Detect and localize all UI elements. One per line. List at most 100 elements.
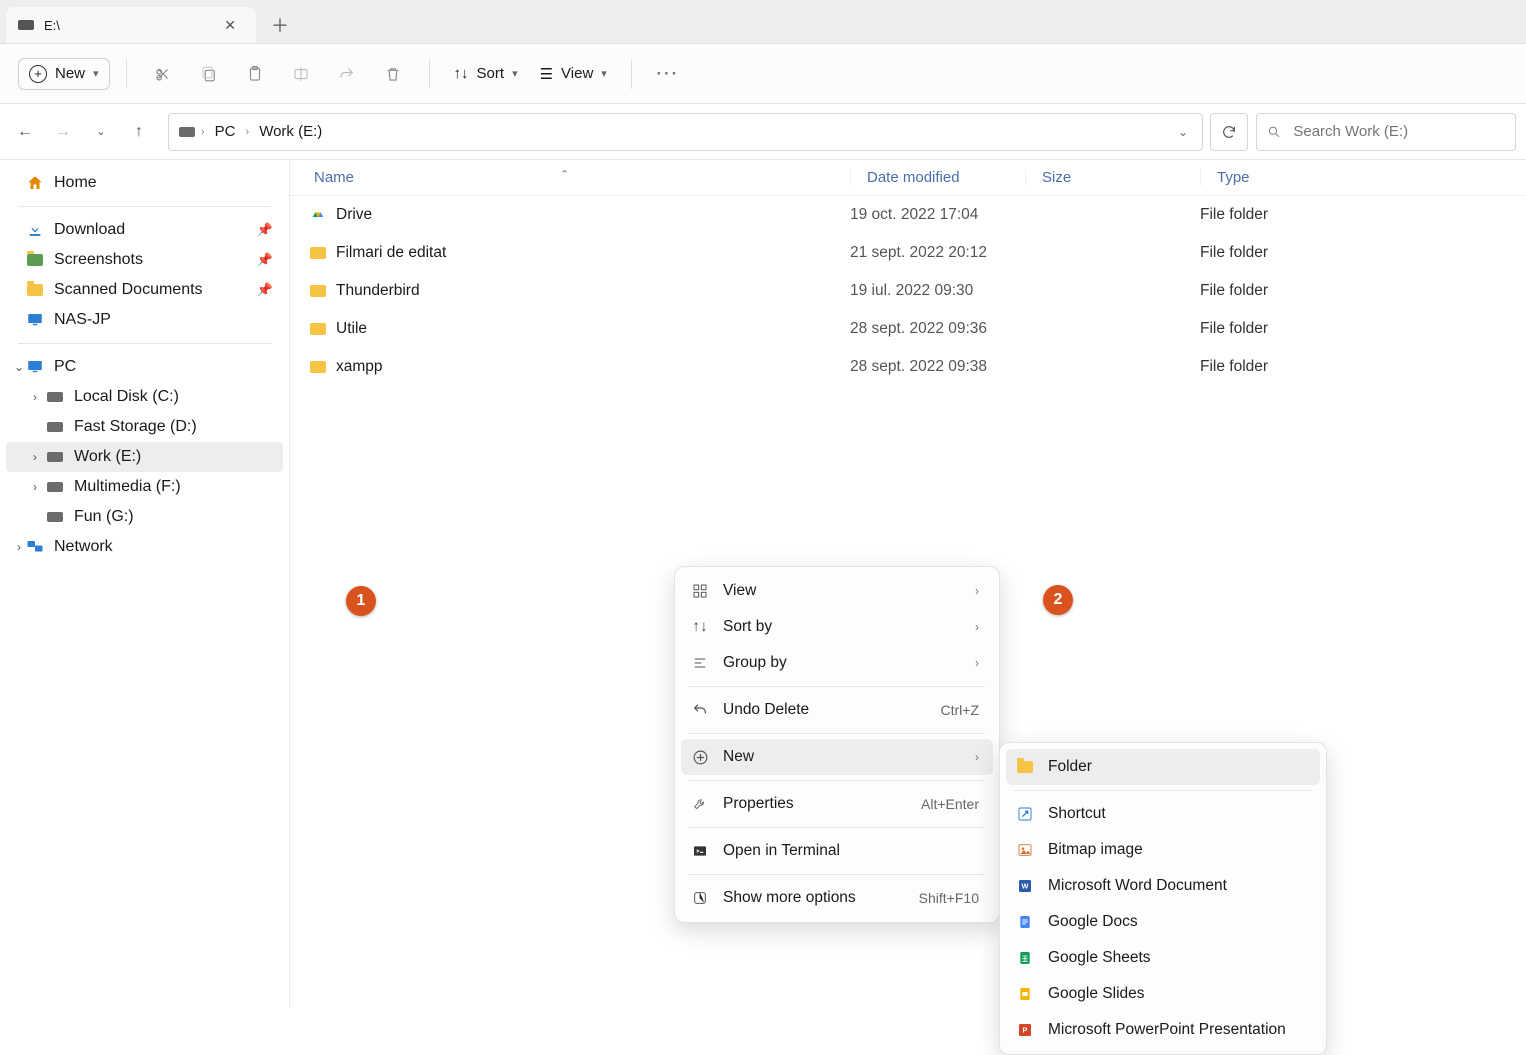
network-icon	[26, 539, 44, 555]
sub-powerpoint[interactable]: P Microsoft PowerPoint Presentation	[1006, 1012, 1320, 1048]
forward-button[interactable]: →	[48, 117, 78, 147]
folder-icon	[310, 323, 326, 335]
ctx-undo[interactable]: Undo Delete Ctrl+Z	[681, 692, 993, 728]
column-name[interactable]: Name ⌃	[290, 169, 850, 186]
sub-folder[interactable]: Folder	[1006, 749, 1320, 785]
rename-button[interactable]	[281, 56, 321, 92]
sidebar-pc[interactable]: ⌄ PC	[6, 352, 283, 382]
trash-icon	[384, 65, 402, 83]
more-icon	[691, 889, 709, 907]
chevron-down-icon: ▾	[93, 67, 99, 80]
breadcrumb-pc[interactable]: PC	[211, 121, 240, 142]
sidebar-item-download[interactable]: Download 📌	[6, 215, 283, 245]
chevron-right-icon[interactable]: ›	[28, 390, 42, 404]
sidebar-drive-e[interactable]: › Work (E:)	[6, 442, 283, 472]
share-button[interactable]	[327, 56, 367, 92]
sub-gdocs[interactable]: Google Docs	[1006, 904, 1320, 940]
sub-bitmap[interactable]: Bitmap image	[1006, 832, 1320, 868]
ctx-label: Properties	[723, 795, 794, 813]
sub-label: Shortcut	[1048, 805, 1106, 823]
more-button[interactable]: ···	[648, 56, 688, 92]
sidebar-item-scanned[interactable]: Scanned Documents 📌	[6, 275, 283, 305]
ctx-properties[interactable]: Properties Alt+Enter	[681, 786, 993, 822]
column-date[interactable]: Date modified	[850, 169, 1025, 186]
file-name: Utile	[336, 320, 367, 338]
ctx-group-by[interactable]: Group by ›	[681, 645, 993, 681]
delete-button[interactable]	[373, 56, 413, 92]
file-row[interactable]: Filmari de editat21 sept. 2022 20:12File…	[290, 234, 1526, 272]
file-row[interactable]: Thunderbird19 iul. 2022 09:30File folder	[290, 272, 1526, 310]
sidebar-network[interactable]: › Network	[6, 532, 283, 562]
new-tab-button[interactable]: ＋	[262, 7, 298, 43]
chevron-right-icon[interactable]: ›	[28, 480, 42, 494]
sub-word[interactable]: W Microsoft Word Document	[1006, 868, 1320, 904]
sidebar-drive-f[interactable]: › Multimedia (F:)	[6, 472, 283, 502]
menu-separator	[689, 874, 985, 875]
toolbar-separator	[126, 59, 127, 89]
recent-button[interactable]: ⌄	[86, 117, 116, 147]
sort-dropdown[interactable]: ↑↓ Sort ▾	[446, 59, 526, 88]
terminal-icon	[691, 842, 709, 860]
gslides-icon	[1016, 985, 1034, 1003]
gsheets-icon	[1016, 949, 1034, 967]
search-box[interactable]	[1256, 113, 1516, 151]
folder-icon	[26, 252, 44, 268]
ctx-more-options[interactable]: Show more options Shift+F10	[681, 880, 993, 916]
chevron-right-icon[interactable]: ›	[28, 450, 42, 464]
chevron-down-icon[interactable]: ⌄	[1170, 125, 1196, 139]
grid-icon	[691, 582, 709, 600]
sidebar-drive-d[interactable]: Fast Storage (D:)	[6, 412, 283, 442]
ctx-new[interactable]: New ›	[681, 739, 993, 775]
chevron-down-icon[interactable]: ⌄	[12, 360, 26, 374]
sub-label: Folder	[1048, 758, 1092, 776]
ctx-sort-by[interactable]: ↑↓ Sort by ›	[681, 609, 993, 645]
file-row[interactable]: xampp28 sept. 2022 09:38File folder	[290, 348, 1526, 386]
back-button[interactable]: ←	[10, 117, 40, 147]
drive-icon	[179, 127, 195, 137]
view-dropdown[interactable]: ☰ View ▾	[532, 59, 615, 89]
file-date: 28 sept. 2022 09:38	[850, 358, 1025, 376]
sub-shortcut[interactable]: Shortcut	[1006, 796, 1320, 832]
ctx-view[interactable]: View ›	[681, 573, 993, 609]
breadcrumb-work[interactable]: Work (E:)	[255, 121, 326, 142]
file-type: File folder	[1200, 282, 1526, 300]
address-bar[interactable]: › PC › Work (E:) ⌄	[168, 113, 1203, 151]
sidebar-home[interactable]: Home	[6, 168, 283, 198]
sidebar-item-label: Network	[54, 538, 113, 556]
close-tab-button[interactable]: ✕	[218, 15, 242, 36]
column-headers: Name ⌃ Date modified Size Type	[290, 160, 1526, 196]
sidebar-separator	[18, 206, 271, 207]
paste-button[interactable]	[235, 56, 275, 92]
ctx-terminal[interactable]: Open in Terminal	[681, 833, 993, 869]
cut-button[interactable]	[143, 56, 183, 92]
copy-button[interactable]	[189, 56, 229, 92]
copy-icon	[200, 65, 218, 83]
svg-text:W: W	[1022, 882, 1029, 891]
sub-label: Microsoft Word Document	[1048, 877, 1227, 895]
sidebar-item-nas[interactable]: NAS-JP	[6, 305, 283, 335]
chevron-right-icon[interactable]: ›	[12, 540, 26, 554]
file-date: 21 sept. 2022 20:12	[850, 244, 1025, 262]
column-type[interactable]: Type	[1200, 169, 1526, 186]
sidebar-item-label: Multimedia (F:)	[74, 478, 181, 496]
up-button[interactable]: ↑	[124, 117, 154, 147]
sub-label: Google Docs	[1048, 913, 1138, 931]
sidebar-item-screenshots[interactable]: Screenshots 📌	[6, 245, 283, 275]
chevron-down-icon: ▾	[601, 67, 607, 80]
annotation-badge-2: 2	[1043, 585, 1073, 615]
refresh-button[interactable]	[1210, 113, 1248, 151]
file-row[interactable]: Utile28 sept. 2022 09:36File folder	[290, 310, 1526, 348]
group-icon	[691, 654, 709, 672]
sub-gsheets[interactable]: Google Sheets	[1006, 940, 1320, 976]
active-tab[interactable]: E:\ ✕	[6, 7, 256, 43]
new-button[interactable]: + New ▾	[18, 58, 110, 90]
shortcut-icon	[1016, 805, 1034, 823]
sidebar-drive-c[interactable]: › Local Disk (C:)	[6, 382, 283, 412]
folder-icon	[310, 285, 326, 297]
file-row[interactable]: Drive19 oct. 2022 17:04File folder	[290, 196, 1526, 234]
sidebar-drive-g[interactable]: Fun (G:)	[6, 502, 283, 532]
file-date: 19 iul. 2022 09:30	[850, 282, 1025, 300]
file-name: xampp	[336, 358, 383, 376]
column-size[interactable]: Size	[1025, 169, 1200, 186]
search-input[interactable]	[1291, 122, 1505, 141]
